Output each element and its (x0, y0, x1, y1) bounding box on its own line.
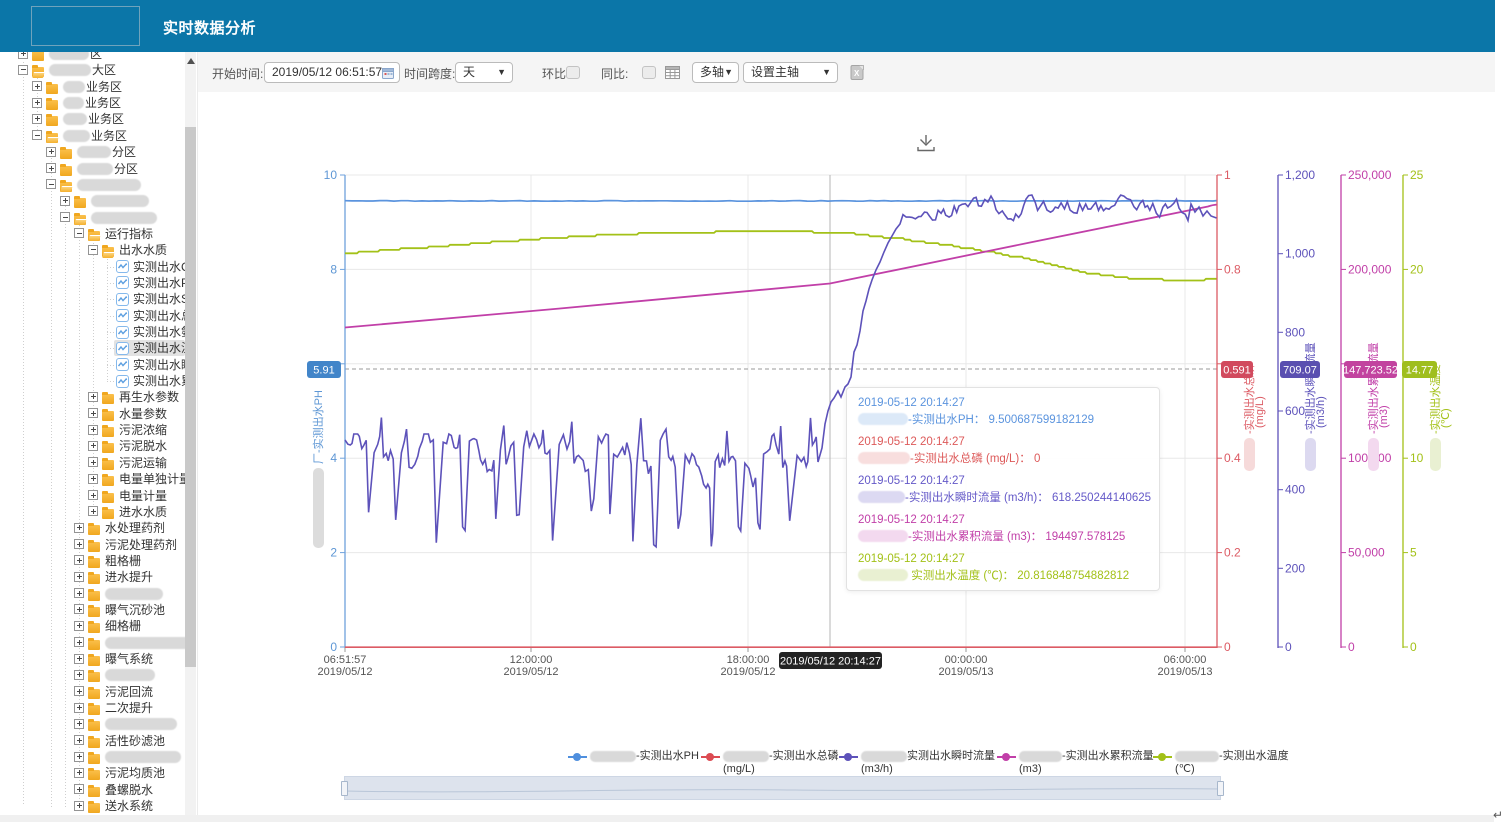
svg-text:200,000: 200,000 (1348, 262, 1392, 276)
svg-text:12:00:00: 12:00:00 (510, 654, 553, 666)
svg-text:00:00:00: 00:00:00 (945, 654, 988, 666)
svg-text:厂-实测出水PH: 厂-实测出水PH (311, 390, 325, 464)
svg-text:0: 0 (1410, 640, 1417, 654)
svg-text:5.91: 5.91 (313, 365, 334, 377)
svg-text:0.2: 0.2 (1224, 546, 1241, 560)
svg-text:2019/05/12: 2019/05/12 (503, 666, 558, 678)
svg-text:400: 400 (1285, 483, 1305, 497)
svg-text:10: 10 (1410, 451, 1424, 465)
svg-text:18:00:00: 18:00:00 (727, 654, 770, 666)
svg-text:147,723.52: 147,723.52 (1343, 365, 1398, 377)
svg-text:800: 800 (1285, 325, 1305, 339)
svg-text:06:00:00: 06:00:00 (1164, 654, 1207, 666)
svg-text:2019/05/12: 2019/05/12 (720, 666, 775, 678)
svg-text:2019/05/13: 2019/05/13 (1157, 666, 1212, 678)
svg-text:25: 25 (1410, 168, 1424, 182)
svg-text:0: 0 (1224, 640, 1231, 654)
svg-text:0: 0 (330, 640, 337, 654)
svg-text:(m3): (m3) (1378, 405, 1390, 428)
svg-text:2019/05/12: 2019/05/12 (317, 666, 372, 678)
svg-text:8: 8 (330, 262, 337, 276)
svg-text:2: 2 (330, 546, 337, 560)
svg-text:(mg/L): (mg/L) (1254, 396, 1266, 428)
svg-text:(℃): (℃) (1440, 408, 1452, 428)
svg-text:200: 200 (1285, 561, 1305, 575)
svg-text:0: 0 (1285, 640, 1292, 654)
svg-text:709.07: 709.07 (1283, 365, 1317, 377)
svg-text:600: 600 (1285, 404, 1305, 418)
svg-text:1,000: 1,000 (1285, 247, 1315, 261)
svg-text:2019/05/12 20:14:27: 2019/05/12 20:14:27 (780, 656, 881, 668)
svg-text:0.591: 0.591 (1223, 365, 1251, 377)
svg-text:10: 10 (324, 168, 338, 182)
svg-text:X: X (854, 69, 860, 78)
svg-text:0.4: 0.4 (1224, 451, 1241, 465)
svg-text:250,000: 250,000 (1348, 168, 1392, 182)
svg-text:5: 5 (1410, 546, 1417, 560)
svg-text:0.8: 0.8 (1224, 262, 1241, 276)
svg-text:0: 0 (1348, 640, 1355, 654)
svg-text:50,000: 50,000 (1348, 546, 1385, 560)
svg-text:1: 1 (1224, 168, 1231, 182)
svg-text:2019/05/13: 2019/05/13 (938, 666, 993, 678)
svg-text:20: 20 (1410, 262, 1424, 276)
svg-text:(m3/h): (m3/h) (1315, 396, 1327, 428)
svg-text:06:51:57: 06:51:57 (324, 654, 367, 666)
svg-text:14.77: 14.77 (1406, 365, 1434, 377)
svg-text:4: 4 (330, 451, 337, 465)
svg-text:1,200: 1,200 (1285, 168, 1315, 182)
